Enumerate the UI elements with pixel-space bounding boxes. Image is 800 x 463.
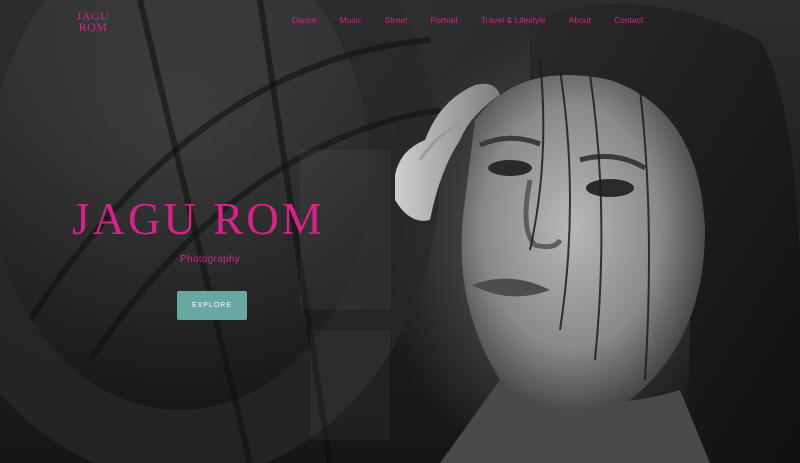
nav-link-dance[interactable]: Dance bbox=[292, 15, 317, 25]
nav-link-travel-lifestyle[interactable]: Travel & Lifestyle bbox=[481, 15, 546, 25]
hero-title: JAGU ROM bbox=[72, 194, 325, 244]
site-logo[interactable]: JAGU ROM bbox=[76, 10, 110, 34]
nav-link-portrait[interactable]: Portrait bbox=[430, 15, 457, 25]
nav-link-music[interactable]: Music bbox=[340, 15, 362, 25]
nav-link-contact[interactable]: Contact bbox=[614, 15, 643, 25]
nav-link-about[interactable]: About bbox=[569, 15, 591, 25]
hero-portrait-image bbox=[395, 4, 800, 463]
main-navigation: Dance Music Street Portrait Travel & Lif… bbox=[292, 15, 666, 25]
explore-button[interactable]: EXPLORE bbox=[177, 291, 247, 320]
nav-link-street[interactable]: Street bbox=[385, 15, 408, 25]
logo-line-2: ROM bbox=[78, 20, 108, 34]
hero-subtitle: Photography bbox=[180, 254, 241, 265]
hero-section: JAGU ROM Dance Music Street Portrait Tra… bbox=[0, 0, 800, 463]
